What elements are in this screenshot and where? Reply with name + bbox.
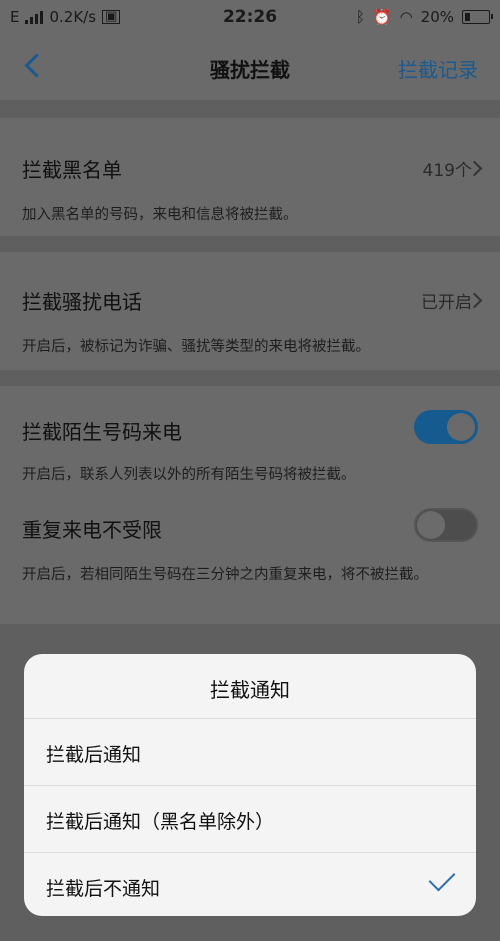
repeat-calls-toggle[interactable] [414,508,478,542]
harassment-status: 已开启 [421,293,472,313]
blacklist-count: 419个 [422,161,472,181]
option-label: 拦截后通知（黑名单除外） [46,811,275,833]
setting-blacklist[interactable]: 拦截黑名单 419个 加入黑名单的号码，来电和信息将被拦截。 [0,118,500,236]
toggle-knob [417,511,445,539]
option-label: 拦截后不通知 [46,878,161,900]
sheet-title: 拦截通知 [210,678,290,702]
setting-description: 开启后，若相同陌生号码在三分钟之内重复来电，将不被拦截。 [22,567,428,583]
alarm-icon: ⏰ [372,8,392,26]
intercept-record-link[interactable]: 拦截记录 [398,54,478,83]
option-notify-except-blacklist[interactable]: 拦截后通知（黑名单除外） [24,785,476,852]
setting-label: 拦截黑名单 [22,158,122,182]
navigation-bar: 骚扰拦截 拦截记录 [0,34,500,100]
toggle-knob [447,413,475,441]
status-bar: E 0.2K/s ▣ 22:26 ᛒ ⏰ ◠ 20% [0,0,500,34]
stranger-calls-toggle[interactable] [414,410,478,444]
option-no-notify[interactable]: 拦截后不通知 [24,852,476,916]
notification-sheet: 拦截通知 拦截后通知 拦截后通知（黑名单除外） 拦截后不通知 [24,654,476,916]
option-notify[interactable]: 拦截后通知 [24,718,476,785]
bluetooth-icon: ᛒ [355,8,365,26]
setting-description: 加入黑名单的号码，来电和信息将被拦截。 [22,207,298,223]
battery-icon [462,10,493,24]
option-label: 拦截后通知 [46,744,142,766]
setting-description: 开启后，联系人列表以外的所有陌生号码将被拦截。 [22,467,356,483]
wifi-icon: ◠ [399,8,413,26]
battery-percent: 20% [420,8,454,26]
setting-label: 拦截骚扰电话 [22,290,142,314]
setting-stranger-calls: 拦截陌生号码来电 开启后，联系人列表以外的所有陌生号码将被拦截。 [0,386,500,494]
setting-description: 开启后，被标记为诈骗、骚扰等类型的来电将被拦截。 [22,339,370,355]
checkmark-icon [428,864,456,892]
setting-label: 重复来电不受限 [22,518,162,542]
setting-repeat-calls: 重复来电不受限 开启后，若相同陌生号码在三分钟之内重复来电，将不被拦截。 [0,494,500,624]
setting-harassment-calls[interactable]: 拦截骚扰电话 已开启 开启后，被标记为诈骗、骚扰等类型的来电将被拦截。 [0,252,500,370]
setting-label: 拦截陌生号码来电 [22,420,182,444]
